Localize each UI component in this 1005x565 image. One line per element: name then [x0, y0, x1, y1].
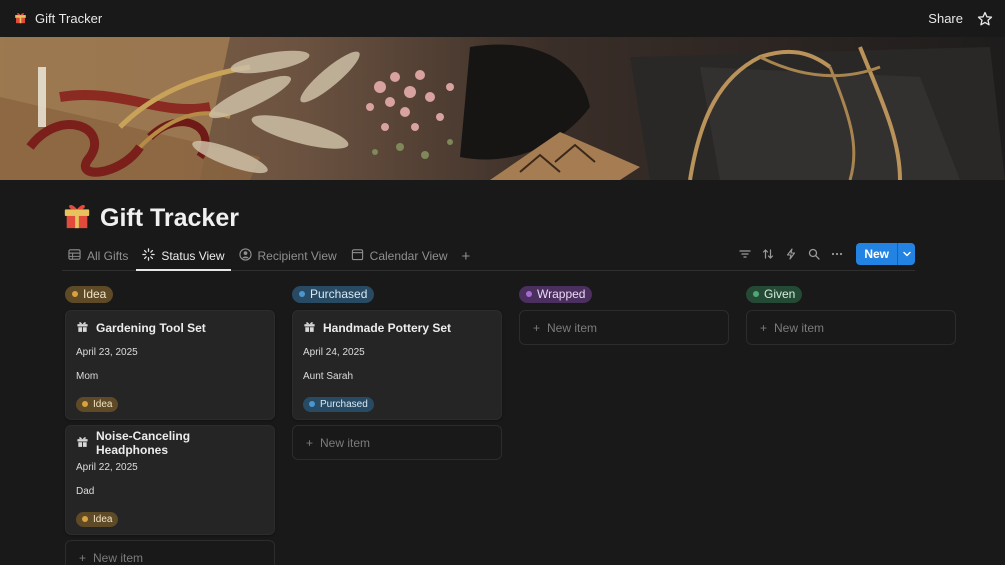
status-label: Idea — [93, 398, 113, 410]
tab-recipient-view[interactable]: Recipient View — [233, 242, 343, 270]
share-button[interactable]: Share — [928, 11, 963, 26]
breadcrumb-title: Gift Tracker — [35, 11, 103, 26]
new-item-button[interactable]: + New item — [65, 540, 275, 565]
tab-calendar-view[interactable]: Calendar View — [345, 242, 454, 270]
sort-icon[interactable] — [760, 247, 775, 262]
plus-icon: + — [79, 550, 87, 565]
star-icon[interactable] — [977, 11, 993, 27]
more-icon[interactable] — [829, 247, 844, 262]
new-item-label: New item — [774, 320, 825, 335]
card-recipient: Mom — [76, 371, 99, 382]
tab-all-gifts[interactable]: All Gifts — [62, 242, 134, 270]
new-item-button[interactable]: + New item — [746, 310, 956, 345]
tab-label: Recipient View — [257, 249, 337, 263]
status-label: Given — [764, 287, 796, 301]
status-label: Purchased — [320, 398, 368, 410]
gift-icon — [303, 320, 316, 336]
status-badge: Purchased — [303, 396, 374, 412]
new-item-button[interactable]: + New item — [292, 425, 502, 460]
status-label: Idea — [93, 513, 113, 525]
new-item-label: New item — [93, 550, 144, 565]
add-view-button[interactable]: + — [455, 242, 476, 270]
column-status-badge: Given — [746, 285, 803, 303]
tab-label: Status View — [161, 249, 225, 263]
table-icon — [68, 248, 81, 264]
board-column-purchased: Purchased Handmade Pottery Set April 24,… — [292, 284, 502, 460]
calendar-icon — [351, 248, 364, 264]
board-card[interactable]: Gardening Tool Set April 23, 2025 Mom Id… — [65, 310, 275, 420]
board-card[interactable]: Handmade Pottery Set April 24, 2025 Aunt… — [292, 310, 502, 420]
cover-image — [0, 37, 1005, 180]
gift-icon — [76, 320, 89, 336]
status-label: Wrapped — [537, 287, 586, 301]
chevron-down-icon[interactable] — [897, 243, 915, 265]
gift-icon — [14, 11, 27, 27]
filter-icon[interactable] — [737, 247, 752, 262]
new-button[interactable]: New — [856, 243, 897, 265]
column-status-badge: Idea — [65, 285, 114, 303]
status-label: Idea — [83, 287, 107, 301]
plus-icon: + — [461, 247, 471, 265]
column-status-badge: Purchased — [292, 285, 375, 303]
page-title: Gift Tracker — [62, 201, 239, 235]
card-title: Handmade Pottery Set — [323, 321, 452, 335]
board-card[interactable]: Noise-Canceling Headphones April 22, 202… — [65, 425, 275, 535]
gift-icon — [76, 435, 89, 451]
new-item-button[interactable]: + New item — [519, 310, 729, 345]
page-title-text: Gift Tracker — [100, 203, 239, 232]
column-status-badge: Wrapped — [519, 285, 593, 303]
search-icon[interactable] — [806, 247, 821, 262]
card-recipient: Dad — [76, 486, 95, 497]
tab-label: Calendar View — [369, 249, 448, 263]
loading-icon — [142, 248, 156, 264]
status-badge: Idea — [76, 511, 119, 527]
status-label: Purchased — [310, 287, 368, 301]
card-title: Gardening Tool Set — [96, 321, 206, 335]
plus-icon: + — [306, 435, 314, 450]
tab-status-view[interactable]: Status View — [136, 242, 231, 271]
board-column-given: Given + New item — [746, 284, 956, 345]
board-column-idea: Idea Gardening Tool Set April 23, 2025 M… — [65, 284, 275, 565]
card-recipient: Aunt Sarah — [303, 371, 354, 382]
new-button-group: New — [856, 243, 915, 265]
card-date: April 24, 2025 — [303, 347, 365, 358]
person-icon — [238, 248, 252, 264]
card-title: Noise-Canceling Headphones — [96, 429, 191, 457]
tab-label: All Gifts — [87, 249, 129, 263]
plus-icon: + — [533, 320, 541, 335]
automation-icon[interactable] — [783, 247, 798, 262]
card-date: April 22, 2025 — [76, 462, 138, 473]
new-item-label: New item — [320, 435, 371, 450]
gift-icon — [62, 200, 92, 237]
new-item-label: New item — [547, 320, 598, 335]
breadcrumb[interactable]: Gift Tracker — [14, 11, 102, 27]
view-toolbar: New — [737, 242, 915, 270]
plus-icon: + — [760, 320, 768, 335]
board-column-wrapped: Wrapped + New item — [519, 284, 729, 345]
status-badge: Idea — [76, 396, 119, 412]
card-date: April 23, 2025 — [76, 347, 138, 358]
top-bar: Gift Tracker Share — [0, 0, 1005, 37]
view-tabs: All Gifts Status View Recipient View Cal… — [62, 242, 915, 271]
